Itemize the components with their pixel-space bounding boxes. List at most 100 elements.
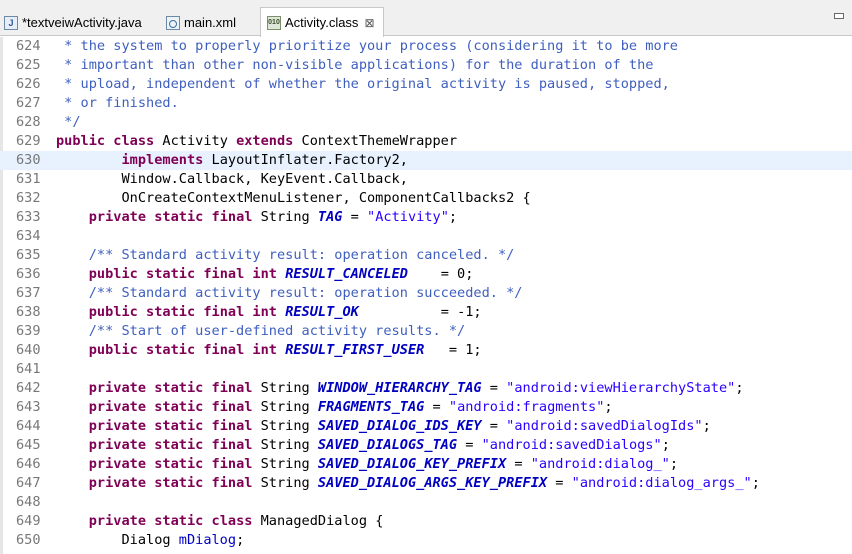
code-line[interactable]: 636 public static final int RESULT_CANCE… <box>0 265 852 284</box>
line-code: */ <box>56 113 80 132</box>
line-number: 638 <box>16 304 41 320</box>
code-token: String <box>252 399 318 415</box>
code-token: RESULT_OK <box>285 304 359 320</box>
code-line[interactable]: 634 <box>0 227 852 246</box>
tab-textveiwactivity-java[interactable]: J *textveiwActivity.java <box>2 9 157 36</box>
code-token: RESULT_CANCELED <box>285 266 408 282</box>
code-line[interactable]: 641 <box>0 360 852 379</box>
code-token: public class <box>56 133 155 149</box>
code-token: "android:dialog_args_" <box>571 475 752 491</box>
code-line[interactable]: 650 Dialog mDialog; <box>0 531 852 550</box>
code-line[interactable]: 635 /** Standard activity result: operat… <box>0 246 852 265</box>
line-number: 640 <box>16 342 41 358</box>
code-line[interactable]: 646 private static final String SAVED_DI… <box>0 455 852 474</box>
line-number: 636 <box>16 266 41 282</box>
code-token: * the system to properly prioritize your… <box>56 38 678 54</box>
tab-label: *textveiwActivity.java <box>22 15 142 30</box>
line-number: 637 <box>16 285 41 301</box>
line-number: 641 <box>16 361 41 377</box>
code-line[interactable]: 633 private static final String TAG = "A… <box>0 208 852 227</box>
line-number: 649 <box>16 513 41 529</box>
code-token: * upload, independent of whether the ori… <box>56 76 670 92</box>
line-code: /** Standard activity result: operation … <box>56 246 515 265</box>
code-line[interactable]: 626 * upload, independent of whether the… <box>0 75 852 94</box>
code-token: = <box>481 380 507 396</box>
code-line[interactable]: 639 /** Start of user-defined activity r… <box>0 322 852 341</box>
line-code: OnCreateContextMenuListener, ComponentCa… <box>56 189 531 208</box>
code-line[interactable]: 648 <box>0 493 852 512</box>
line-number: 628 <box>16 114 41 130</box>
line-number: 624 <box>16 38 41 54</box>
tab-main-xml[interactable]: main.xml <box>164 9 256 36</box>
line-code: * the system to properly prioritize your… <box>56 37 678 56</box>
code-line[interactable]: 642 private static final String WINDOW_H… <box>0 379 852 398</box>
code-line[interactable]: 645 private static final String SAVED_DI… <box>0 436 852 455</box>
line-code: private static final String TAG = "Activ… <box>56 208 457 227</box>
code-line[interactable]: 647 private static final String SAVED_DI… <box>0 474 852 493</box>
line-number: 634 <box>16 228 41 244</box>
code-token: private static final <box>88 399 253 415</box>
code-line[interactable]: 637 /** Standard activity result: operat… <box>0 284 852 303</box>
code-line[interactable]: 628 */ <box>0 113 852 132</box>
code-token: "android:dialog_" <box>530 456 670 472</box>
code-line[interactable]: 625 * important than other non-visible a… <box>0 56 852 75</box>
code-token: = <box>547 475 572 491</box>
line-number: 650 <box>16 532 41 548</box>
line-code: private static class ManagedDialog { <box>56 512 384 531</box>
code-token: = <box>506 456 531 472</box>
tab-activity-class[interactable]: 010 Activity.class ⊠ <box>260 7 384 37</box>
code-token: SAVED_DIALOG_ARGS_KEY_PREFIX <box>317 475 548 491</box>
code-line[interactable]: 644 private static final String SAVED_DI… <box>0 417 852 436</box>
minimize-icon[interactable] <box>834 13 844 19</box>
code-editor[interactable]: 624 * the system to properly prioritize … <box>0 37 852 554</box>
line-code: private static final String SAVED_DIALOG… <box>56 474 760 493</box>
code-token: "android:viewHierarchyState" <box>506 380 736 396</box>
line-code: Window.Callback, KeyEvent.Callback, <box>56 170 407 189</box>
code-line[interactable]: 629 public class Activity extends Context… <box>0 132 852 151</box>
code-token: ContextThemeWrapper <box>293 133 458 149</box>
code-token: ; <box>735 380 744 396</box>
code-line[interactable]: 630 implements LayoutInflater.Factory2, <box>0 151 852 170</box>
line-code: /** Start of user-defined activity resul… <box>56 322 465 341</box>
code-token: = <box>457 437 482 453</box>
code-token: = 0; <box>407 266 474 282</box>
code-token: SAVED_DIALOG_IDS_KEY <box>317 418 482 434</box>
code-token: FRAGMENTS_TAG <box>317 399 425 415</box>
code-token: private static final <box>88 209 253 225</box>
code-token: ; <box>702 418 711 434</box>
code-line[interactable]: 632 OnCreateContextMenuListener, Compone… <box>0 189 852 208</box>
line-code: /** Standard activity result: operation … <box>56 284 523 303</box>
code-line[interactable]: 643 private static final String FRAGMENT… <box>0 398 852 417</box>
line-number: 632 <box>16 190 41 206</box>
code-line[interactable]: 640 public static final int RESULT_FIRST… <box>0 341 852 360</box>
line-code: implements LayoutInflater.Factory2, <box>56 151 407 170</box>
code-token: private static final <box>88 380 253 396</box>
code-token: RESULT_FIRST_USER <box>285 342 425 358</box>
xml-file-icon <box>166 15 180 30</box>
code-token: /** Start of user-defined activity resul… <box>56 323 466 339</box>
code-token: String <box>252 209 318 225</box>
code-line[interactable]: 638 public static final int RESULT_OK = … <box>0 303 852 322</box>
code-token: WINDOW_HIERARCHY_TAG <box>317 380 482 396</box>
code-line[interactable]: 624 * the system to properly prioritize … <box>0 37 852 56</box>
code-token: ; <box>751 475 760 491</box>
code-token: OnCreateContextMenuListener, ComponentCa… <box>56 190 531 206</box>
java-file-icon: J <box>4 15 18 30</box>
code-line[interactable]: 627 * or finished. <box>0 94 852 113</box>
line-code: private static final String SAVED_DIALOG… <box>56 455 678 474</box>
code-token: public static final int <box>88 304 277 320</box>
code-line[interactable]: 649 private static class ManagedDialog { <box>0 512 852 531</box>
close-icon[interactable]: ⊠ <box>364 16 374 30</box>
line-number: 642 <box>16 380 41 396</box>
line-code: public class Activity extends ContextThe… <box>56 132 457 151</box>
code-token: String <box>252 418 318 434</box>
line-number: 648 <box>16 494 41 510</box>
code-line[interactable]: 631 Window.Callback, KeyEvent.Callback, <box>0 170 852 189</box>
